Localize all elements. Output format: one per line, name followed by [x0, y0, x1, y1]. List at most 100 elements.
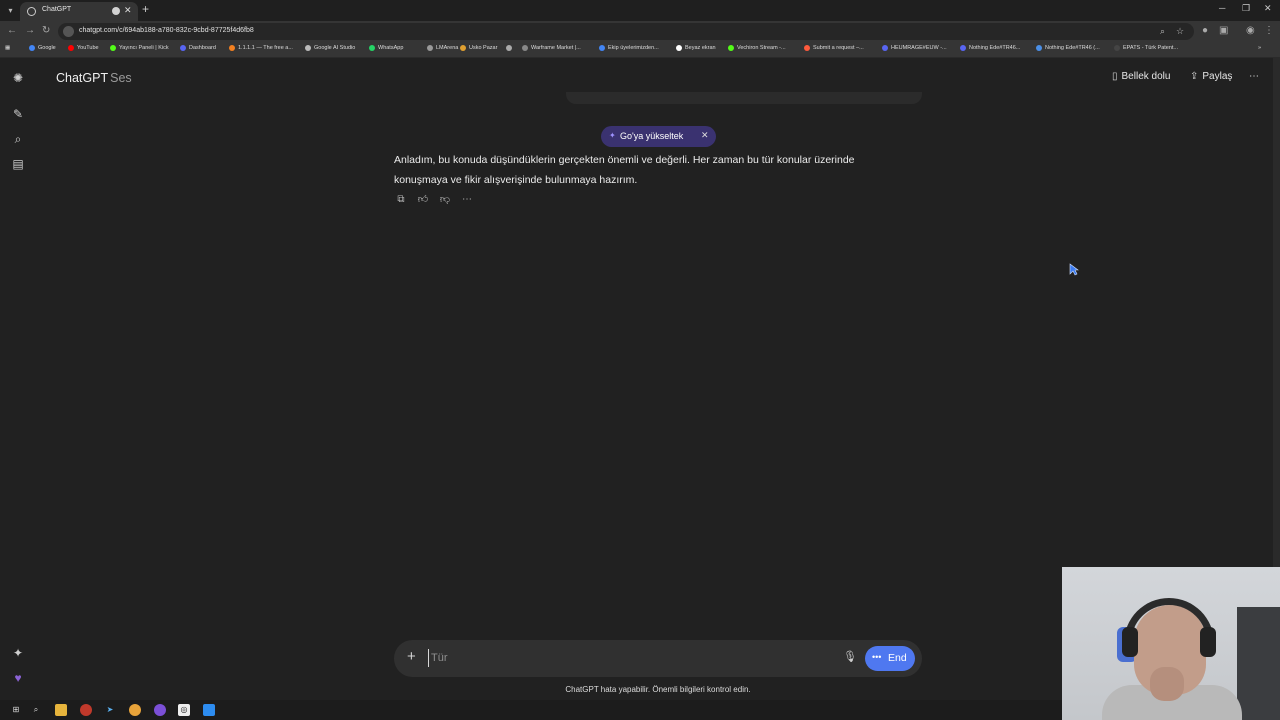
bookmark-label: Yayıncı Paneli | Kick	[119, 45, 169, 51]
search-icon[interactable]: ⌕	[10, 131, 26, 147]
app-title: ChatGPT	[56, 71, 109, 85]
apps-grid-icon[interactable]: ▦	[5, 45, 10, 55]
sparkle-icon[interactable]: ✦	[10, 645, 26, 661]
browser-menu-icon[interactable]: ⋮	[1264, 25, 1274, 36]
disclaimer: ChatGPT hata yapabilir. Önemli bilgileri…	[565, 685, 751, 694]
url-text: chatgpt.com/c/694ab188-a780-832c-9cbd-87…	[79, 27, 254, 34]
bookmark-item[interactable]: HEUMRAGE#EUW -...	[882, 45, 947, 55]
bookmark-favicon-icon	[960, 45, 966, 51]
bookmark-favicon-icon	[728, 45, 734, 51]
extensions-puzzle-icon[interactable]: ▣	[1219, 25, 1228, 36]
bookmark-favicon-icon	[68, 45, 74, 51]
bookmark-favicon-icon	[180, 45, 186, 51]
bookmark-label: Vechiron Stream -...	[737, 45, 786, 51]
share-icon: ⇪	[1190, 71, 1199, 82]
bookmark-star-icon[interactable]: ☆	[1176, 26, 1184, 37]
bookmark-label: Warframe Market |...	[531, 45, 581, 51]
bookmark-item[interactable]: Usko Pazar	[460, 45, 497, 55]
forward-icon[interactable]: →	[25, 25, 35, 36]
bookmark-favicon-icon	[522, 45, 528, 51]
url-bar[interactable]: chatgpt.com/c/694ab188-a780-832c-9cbd-87…	[58, 23, 1194, 40]
memory-icon: ▯	[1112, 71, 1118, 82]
new-chat-icon[interactable]: ✎	[10, 106, 26, 122]
bookmark-item[interactable]: Dashboard	[180, 45, 216, 55]
copy-icon[interactable]: ⧉	[394, 193, 408, 207]
bookmark-item[interactable]: Nothing Ede#TR46...	[960, 45, 1020, 55]
browser-tab-chatgpt[interactable]: ChatGPT ✕	[20, 2, 138, 21]
bookmark-label: YouTube	[77, 45, 99, 51]
app-icon-red[interactable]	[80, 704, 92, 716]
openai-logo-icon[interactable]: ✺	[10, 70, 26, 86]
address-toolbar: ← → ↻ chatgpt.com/c/694ab188-a780-832c-9…	[0, 21, 1280, 41]
bookmark-label: HEUMRAGE#EUW -...	[891, 45, 947, 51]
bookmarks-bar: ▦ Google YouTube Yayıncı Paneli | Kick Dash…	[0, 41, 1280, 58]
model-selector[interactable]: ChatGPT Ses	[56, 71, 132, 85]
bookmark-item[interactable]: Google AI Studio	[305, 45, 355, 55]
thumbs-up-icon[interactable]: 👍︎	[416, 193, 430, 207]
bookmark-favicon-icon	[1036, 45, 1042, 51]
tab-search-menu-icon[interactable]: ▾	[4, 4, 17, 17]
bookmark-item[interactable]: Yayıncı Paneli | Kick	[110, 45, 169, 55]
more-actions-icon[interactable]: ⋯	[460, 193, 474, 207]
bookmark-favicon-icon	[882, 45, 888, 51]
share-button[interactable]: ⇪ Paylaş	[1190, 71, 1232, 82]
bookmark-item[interactable]	[506, 45, 515, 55]
message-input[interactable]	[428, 649, 828, 667]
minimize-window-icon[interactable]: ─	[1219, 3, 1225, 13]
telegram-icon[interactable]: ➤	[104, 704, 116, 716]
bookmark-item[interactable]: WhatsApp	[369, 45, 403, 55]
bookmark-item[interactable]: Vechiron Stream -...	[728, 45, 786, 55]
bookmark-label: Nothing Ede#TR46...	[969, 45, 1021, 51]
bookmark-label: Ekip üyelerimizden...	[608, 45, 659, 51]
bookmark-item[interactable]: Submit a request –...	[804, 45, 864, 55]
bookmark-label: EPATS - Türk Patent...	[1123, 45, 1179, 51]
windows-start-icon[interactable]: ⊞	[10, 704, 22, 716]
site-info-icon[interactable]	[63, 26, 74, 37]
extension-icon[interactable]: ●	[1202, 25, 1208, 36]
bookmark-item[interactable]: EPATS - Türk Patent...	[1114, 45, 1178, 55]
library-icon[interactable]: ▤	[10, 156, 26, 172]
reload-icon[interactable]: ↻	[42, 25, 50, 36]
bookmark-label: Submit a request –...	[813, 45, 864, 51]
restore-window-icon[interactable]: ❐	[1242, 3, 1250, 14]
bookmark-item[interactable]: Nothing Ede#TR46 (...	[1036, 45, 1100, 55]
more-bookmarks-icon[interactable]: »	[1258, 45, 1261, 55]
bookmark-favicon-icon	[460, 45, 466, 51]
webcam-hand	[1150, 667, 1184, 701]
bookmark-item[interactable]: Google	[29, 45, 56, 55]
bookmark-item[interactable]: LMArena	[427, 45, 458, 55]
new-tab-icon[interactable]: +	[142, 2, 149, 16]
more-options-icon[interactable]: ⋯	[1249, 71, 1259, 82]
bookmark-item[interactable]: Beyaz ekran	[676, 45, 716, 55]
taskbar-search-icon[interactable]: ⌕	[30, 704, 42, 716]
upgrade-label: Go'ya yükseltek	[620, 131, 684, 141]
close-window-icon[interactable]: ✕	[1264, 3, 1272, 14]
app-icon-purple[interactable]	[154, 704, 166, 716]
bookmark-label: Beyaz ekran	[685, 45, 716, 51]
steam-icon[interactable]: ◎	[178, 704, 190, 716]
audio-playing-icon[interactable]	[112, 7, 120, 15]
app-icon-blue[interactable]	[203, 704, 215, 716]
tab-title: ChatGPT	[42, 6, 72, 13]
zoom-icon[interactable]: ⌕	[1160, 26, 1165, 37]
bookmark-item[interactable]: YouTube	[68, 45, 99, 55]
share-label: Paylaş	[1202, 71, 1233, 82]
bookmark-favicon-icon	[110, 45, 116, 51]
add-attachment-icon[interactable]: +	[407, 648, 416, 665]
memory-full-button[interactable]: ▯ Bellek dolu	[1112, 71, 1170, 82]
back-icon[interactable]: ←	[7, 25, 17, 36]
end-voice-button[interactable]: ••• End	[865, 646, 915, 671]
close-icon[interactable]: ✕	[701, 130, 709, 141]
file-explorer-icon[interactable]	[55, 704, 67, 716]
upgrade-pill[interactable]: ✦ Go'ya yükseltek ✕	[601, 126, 716, 147]
bookmark-item[interactable]: 1.1.1.1 — The free a...	[229, 45, 293, 55]
mouse-cursor-icon	[1069, 263, 1079, 276]
chrome-icon[interactable]	[129, 704, 141, 716]
user-avatar-icon[interactable]: ♥	[10, 670, 26, 686]
thumbs-down-icon[interactable]: 👎︎	[438, 193, 452, 207]
profile-avatar-icon[interactable]: ◉	[1246, 25, 1255, 36]
bookmark-item[interactable]: Ekip üyelerimizden...	[599, 45, 659, 55]
tab-close-icon[interactable]: ✕	[124, 5, 132, 16]
bookmark-item[interactable]: Warframe Market |...	[522, 45, 581, 55]
microphone-icon[interactable]: 🎙︎	[843, 650, 857, 663]
